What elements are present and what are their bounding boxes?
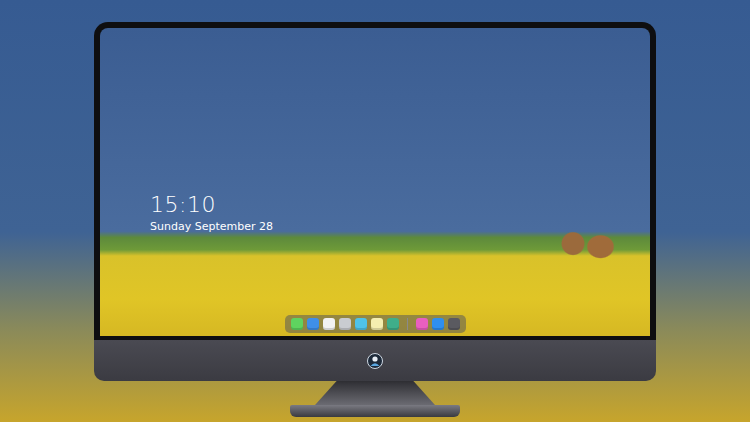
desktop-screen: 15:10 Sunday September 28 [100, 28, 650, 336]
dock-app-icon[interactable] [323, 318, 335, 330]
dock-app-icon[interactable] [307, 318, 319, 330]
brand-logo-icon [367, 353, 383, 369]
clock-date: Sunday September 28 [150, 220, 650, 233]
dock-app-icon[interactable] [387, 318, 399, 330]
dock-app-icon[interactable] [355, 318, 367, 330]
monitor-stand-neck [315, 381, 435, 405]
dock [285, 315, 466, 333]
monitor-chin [94, 340, 656, 381]
dock-app-icon[interactable] [339, 318, 351, 330]
page: 15:10 Sunday September 28 [0, 0, 750, 422]
dock-app-icon[interactable] [432, 318, 444, 330]
lock-clock: 15:10 Sunday September 28 [150, 192, 650, 233]
dock-app-icon[interactable] [371, 318, 383, 330]
dock-app-icon[interactable] [416, 318, 428, 330]
monitor-stand-base [290, 405, 460, 417]
clock-time: 15:10 [150, 192, 650, 217]
dock-app-icon[interactable] [448, 318, 460, 330]
dock-app-icon[interactable] [291, 318, 303, 330]
monitor-bezel: 15:10 Sunday September 28 [94, 22, 656, 340]
dock-separator [407, 318, 408, 330]
